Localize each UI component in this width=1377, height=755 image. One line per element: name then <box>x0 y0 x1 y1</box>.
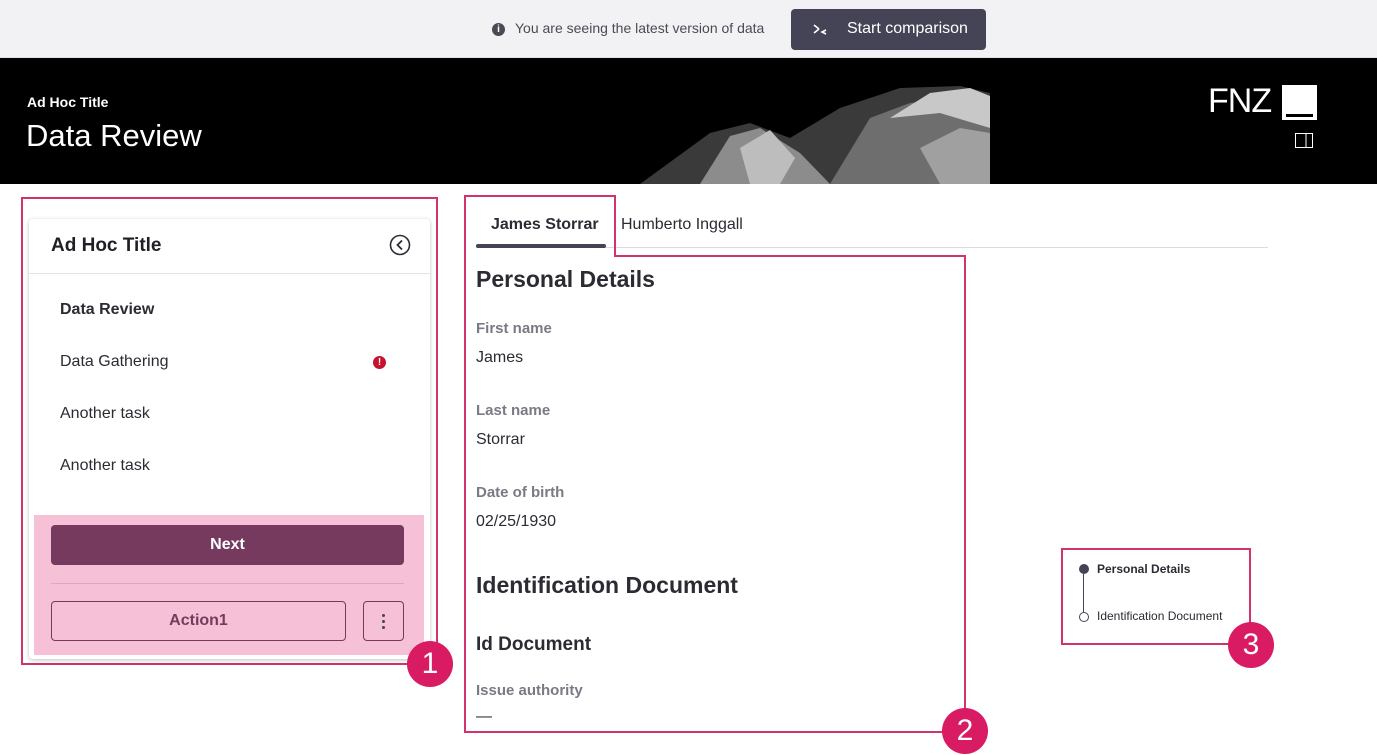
info-icon: i <box>492 23 505 36</box>
start-comparison-button[interactable]: Start comparison <box>791 9 986 50</box>
sidebar-divider <box>29 273 430 274</box>
footer-divider <box>51 583 404 584</box>
sidebar-item-another-task[interactable]: Another task <box>60 457 150 475</box>
highlight-details-top-edge <box>614 255 966 257</box>
fnz-logo-mark <box>1282 85 1317 120</box>
header-banner: Ad Hoc Title Data Review FNZ <box>0 58 1377 184</box>
last-name-label: Last name <box>476 402 551 419</box>
highlight-details-tab <box>464 195 616 257</box>
page-title: Data Review <box>26 118 202 153</box>
sidebar-item-data-review[interactable]: Data Review <box>60 301 154 319</box>
annotation-badge-1: 1 <box>407 641 453 687</box>
chevron-left-circle-icon[interactable] <box>389 234 411 256</box>
more-vertical-icon-dot <box>382 626 385 629</box>
first-name-value: James <box>476 349 524 366</box>
mountain-background-image <box>640 86 990 184</box>
more-options-button[interactable] <box>363 601 404 641</box>
start-comparison-label: Start comparison <box>847 20 968 37</box>
step-indicator-active <box>1079 564 1089 574</box>
last-name-value: Storrar <box>476 431 525 448</box>
version-info-bar: i You are seeing the latest version of d… <box>0 0 1377 58</box>
date-of-birth-value: 02/25/1930 <box>476 513 557 530</box>
header-subtitle: Ad Hoc Title <box>27 94 109 110</box>
issue-authority-label: Issue authority <box>476 682 583 699</box>
annotation-badge-2: 2 <box>942 708 988 754</box>
compare-arrows-icon <box>813 24 827 35</box>
first-name-label: First name <box>476 320 552 337</box>
version-info-text: You are seeing the latest version of dat… <box>515 20 765 36</box>
date-of-birth-label: Date of birth <box>476 484 565 501</box>
action1-button[interactable]: Action1 <box>51 601 346 641</box>
step-indicator-inactive <box>1079 612 1089 622</box>
error-icon: ! <box>373 356 386 369</box>
issue-authority-value: — <box>476 708 492 725</box>
step-personal-details[interactable]: Personal Details <box>1097 562 1190 576</box>
sidebar-item-data-gathering[interactable]: Data Gathering <box>60 353 169 371</box>
side-panel-icon[interactable] <box>1295 133 1313 148</box>
step-connector <box>1083 574 1084 612</box>
step-identification-document[interactable]: Identification Document <box>1097 609 1222 623</box>
next-button[interactable]: Next <box>51 525 404 565</box>
identification-document-heading: Identification Document <box>476 572 738 598</box>
fnz-logo: FNZ <box>1208 82 1272 120</box>
sidebar-title: Ad Hoc Title <box>51 235 162 256</box>
id-document-heading: Id Document <box>476 634 592 655</box>
more-vertical-icon <box>382 614 385 617</box>
annotation-badge-3: 3 <box>1228 622 1274 668</box>
tab-humberto-inggall[interactable]: Humberto Inggall <box>621 216 743 234</box>
more-vertical-icon-dot <box>382 620 385 623</box>
sidebar-footer: Next Action1 <box>34 515 424 655</box>
personal-details-heading: Personal Details <box>476 266 655 292</box>
task-sidebar: Ad Hoc Title Data Review Data Gathering … <box>29 219 430 659</box>
sidebar-item-another-task[interactable]: Another task <box>60 405 150 423</box>
